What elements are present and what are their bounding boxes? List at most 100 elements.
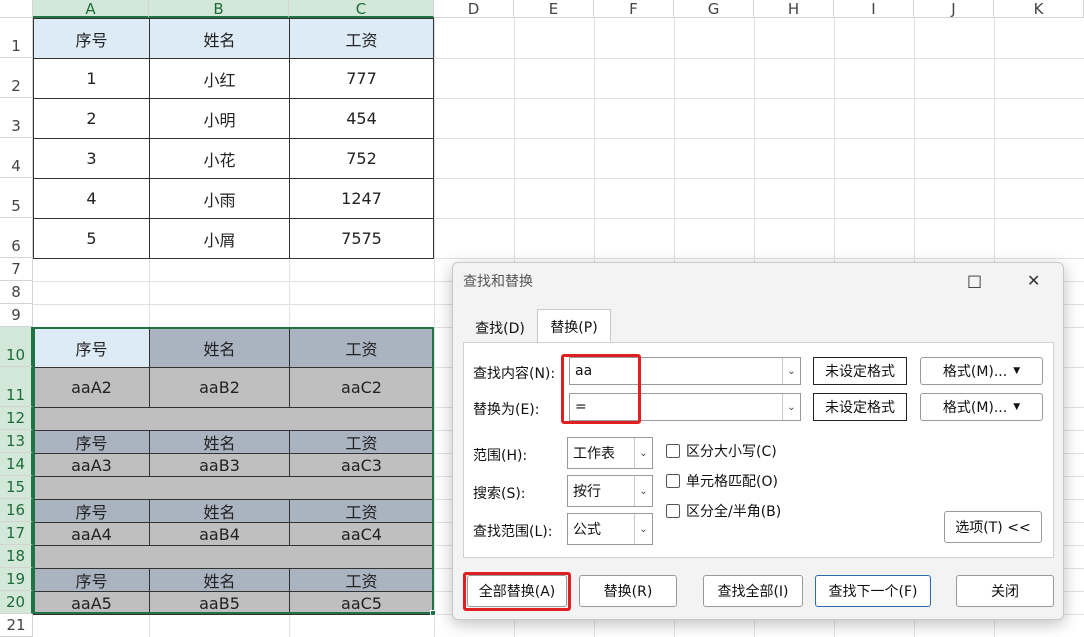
table1-cell[interactable]: 1247 — [289, 178, 434, 219]
find-next-button[interactable]: 查找下一个(F) — [815, 575, 931, 607]
table2-header-seq[interactable]: 序号 — [33, 499, 150, 523]
row-header-15[interactable]: 15 — [0, 476, 33, 499]
row-header-3[interactable]: 3 — [0, 98, 33, 138]
chevron-down-icon[interactable]: ⌄ — [782, 358, 800, 384]
table2-cell[interactable]: aaA5 — [33, 591, 150, 615]
tab-find[interactable]: 查找(D) — [465, 313, 535, 343]
table2-cell[interactable]: aaB4 — [149, 522, 290, 546]
match-cell-checkbox[interactable]: 单元格匹配(O) — [666, 471, 778, 491]
table1-cell[interactable]: 3 — [33, 138, 150, 179]
table2-cell[interactable]: aaC2 — [289, 367, 434, 408]
col-header-h[interactable]: H — [754, 0, 834, 18]
replace-all-button[interactable]: 全部替换(A) — [467, 575, 567, 607]
col-header-j[interactable]: J — [914, 0, 994, 18]
lookin-select[interactable]: 公式 ⌄ — [567, 513, 653, 545]
table1-cell[interactable]: 小红 — [149, 58, 290, 99]
table2-cell[interactable]: aaA4 — [33, 522, 150, 546]
col-header-i[interactable]: I — [834, 0, 914, 18]
table1-cell[interactable]: 小雨 — [149, 178, 290, 219]
row-header-12[interactable]: 12 — [0, 407, 33, 430]
search-select[interactable]: 按行 ⌄ — [567, 475, 653, 507]
table2-header-seq[interactable]: 序号 — [33, 430, 150, 454]
table2-header-name[interactable]: 姓名 — [149, 430, 290, 454]
table2-header-seq[interactable]: 序号 — [33, 568, 150, 592]
table1-cell[interactable]: 7575 — [289, 218, 434, 259]
table1-cell[interactable]: 4 — [33, 178, 150, 219]
scope-select[interactable]: 工作表 ⌄ — [567, 437, 653, 469]
table2-cell[interactable]: aaA3 — [33, 453, 150, 477]
table2-header-salary[interactable]: 工资 — [289, 430, 434, 454]
find-input[interactable]: aa ⌄ — [569, 357, 801, 385]
table2-cell[interactable]: aaC3 — [289, 453, 434, 477]
table1-header-seq[interactable]: 序号 — [33, 18, 150, 59]
col-header-k[interactable]: K — [994, 0, 1084, 18]
find-all-button[interactable]: 查找全部(I) — [703, 575, 803, 607]
row-header-20[interactable]: 20 — [0, 591, 33, 614]
row-header-21[interactable]: 21 — [0, 614, 33, 637]
col-header-d[interactable]: D — [434, 0, 514, 18]
options-button[interactable]: 选项(T) << — [944, 511, 1042, 543]
row-header-4[interactable]: 4 — [0, 138, 33, 178]
select-all-corner[interactable] — [0, 0, 33, 18]
row-header-16[interactable]: 16 — [0, 499, 33, 522]
table2-cell[interactable]: aaB2 — [149, 367, 290, 408]
row-header-9[interactable]: 9 — [0, 304, 33, 327]
tab-replace[interactable]: 替换(P) — [537, 309, 611, 343]
fill-handle[interactable] — [430, 610, 436, 616]
table1-header-name[interactable]: 姓名 — [149, 18, 290, 59]
col-header-e[interactable]: E — [514, 0, 594, 18]
chevron-down-icon[interactable]: ⌄ — [634, 438, 652, 468]
find-no-format-button[interactable]: 未设定格式 — [813, 357, 907, 385]
match-case-checkbox[interactable]: 区分大小写(C) — [666, 441, 777, 461]
replace-format-button[interactable]: 格式(M)... ▼ — [920, 393, 1043, 421]
table1-cell[interactable]: 5 — [33, 218, 150, 259]
table2-cell[interactable]: aaB3 — [149, 453, 290, 477]
table1-cell[interactable]: 小屑 — [149, 218, 290, 259]
row-header-1[interactable]: 1 — [0, 18, 33, 58]
table2-cell[interactable]: aaB5 — [149, 591, 290, 615]
table2-header-seq[interactable]: 序号 — [33, 327, 150, 368]
close-button[interactable]: 关闭 — [956, 575, 1054, 607]
chevron-down-icon[interactable]: ⌄ — [782, 394, 800, 420]
replace-button[interactable]: 替换(R) — [579, 575, 677, 607]
table2-cell[interactable]: aaA2 — [33, 367, 150, 408]
blank-row[interactable] — [33, 476, 434, 500]
table2-header-salary[interactable]: 工资 — [289, 327, 434, 368]
row-header-14[interactable]: 14 — [0, 453, 33, 476]
chevron-down-icon[interactable]: ⌄ — [634, 476, 652, 506]
table1-cell[interactable]: 2 — [33, 98, 150, 139]
chevron-down-icon[interactable]: ⌄ — [634, 514, 652, 544]
row-header-6[interactable]: 6 — [0, 218, 33, 258]
find-format-button[interactable]: 格式(M)... ▼ — [920, 357, 1043, 385]
table2-cell[interactable]: aaC5 — [289, 591, 434, 615]
table1-cell[interactable]: 777 — [289, 58, 434, 99]
row-header-13[interactable]: 13 — [0, 430, 33, 453]
table2-header-salary[interactable]: 工资 — [289, 568, 434, 592]
table1-cell[interactable]: 小花 — [149, 138, 290, 179]
table2-header-name[interactable]: 姓名 — [149, 327, 290, 368]
table1-header-salary[interactable]: 工资 — [289, 18, 434, 59]
col-header-a[interactable]: A — [33, 0, 149, 18]
row-header-10[interactable]: 10 — [0, 327, 33, 367]
row-header-17[interactable]: 17 — [0, 522, 33, 545]
row-header-5[interactable]: 5 — [0, 178, 33, 218]
table1-cell[interactable]: 小明 — [149, 98, 290, 139]
row-header-2[interactable]: 2 — [0, 58, 33, 98]
table1-cell[interactable]: 752 — [289, 138, 434, 179]
blank-row[interactable] — [33, 407, 434, 431]
table2-header-name[interactable]: 姓名 — [149, 499, 290, 523]
col-header-g[interactable]: G — [674, 0, 754, 18]
row-header-19[interactable]: 19 — [0, 568, 33, 591]
table1-cell[interactable]: 1 — [33, 58, 150, 99]
col-header-f[interactable]: F — [594, 0, 674, 18]
row-header-11[interactable]: 11 — [0, 367, 33, 407]
col-header-c[interactable]: C — [289, 0, 434, 18]
table2-header-name[interactable]: 姓名 — [149, 568, 290, 592]
close-icon[interactable]: ✕ — [1027, 271, 1040, 290]
table2-header-salary[interactable]: 工资 — [289, 499, 434, 523]
row-header-7[interactable]: 7 — [0, 258, 33, 281]
table2-cell[interactable]: aaC4 — [289, 522, 434, 546]
replace-input[interactable]: = ⌄ — [569, 393, 801, 421]
match-width-checkbox[interactable]: 区分全/半角(B) — [666, 501, 781, 521]
col-header-b[interactable]: B — [149, 0, 289, 18]
